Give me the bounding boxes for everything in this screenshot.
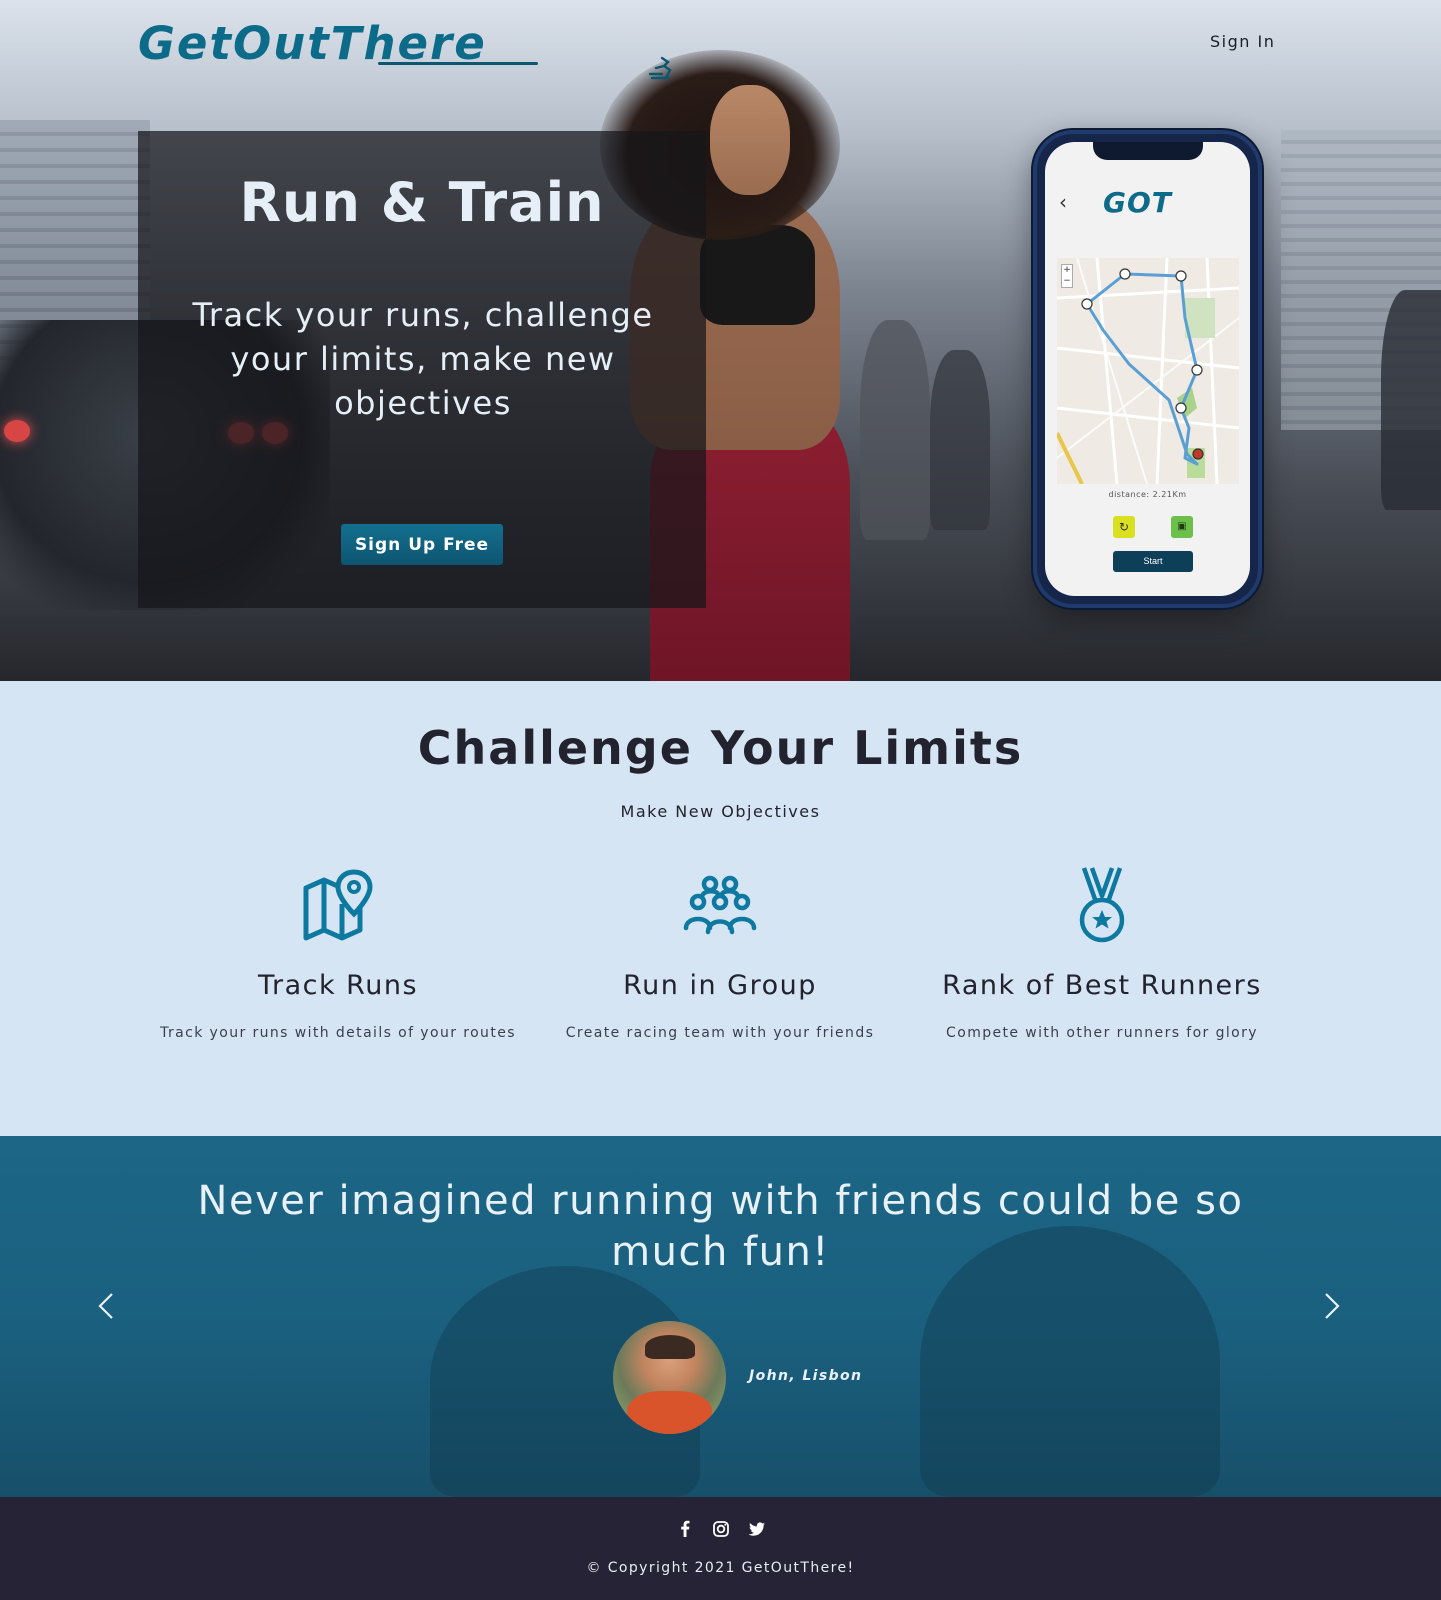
car-taillight [4,420,30,442]
hero-bg-person [860,320,930,540]
feature-title: Rank of Best Runners [942,970,1262,1001]
runner-icon [648,48,676,100]
hero-runner-face [710,85,790,195]
feature-description: Compete with other runners for glory [946,1025,1258,1041]
features-subtitle: Make New Objectives [620,802,821,821]
copyright-text: © Copyright 2021 GetOutThere! [586,1560,855,1576]
sign-in-link[interactable]: Sign In [1210,32,1275,51]
feature-rank-best-runners: Rank of Best Runners Compete with other … [922,866,1282,1041]
phone-app-logo: GOT [1103,186,1172,219]
instagram-icon[interactable] [711,1519,731,1539]
map-zoom-control: + − [1061,264,1073,288]
hero-card: Run & Train Track your runs, challenge y… [138,131,706,608]
logo[interactable]: GetOutThere [138,18,672,80]
hero-bg-person [930,350,990,530]
chevron-right-icon [1325,1293,1340,1319]
phone-screen: ‹ GOT + − distance: 2.21Km ↻ ▣ Start [1045,142,1250,596]
sign-up-button[interactable]: Sign Up Free [341,524,503,565]
map-pin-icon [303,869,373,941]
reset-icon: ↻ [1113,516,1135,538]
carousel-next-button[interactable] [1322,1290,1342,1330]
hero-bg-person [1381,290,1441,510]
group-icon [683,875,757,935]
screen-icon: ▣ [1171,516,1193,538]
avatar-jacket [627,1391,712,1434]
testimonial-author: John, Lisbon [749,1368,863,1384]
feature-description: Track your runs with details of your rou… [160,1025,516,1041]
features-section: Challenge Your Limits Make New Objective… [0,681,1441,1136]
back-arrow-icon: ‹ [1059,190,1067,214]
feature-track-runs: Track Runs Track your runs with details … [158,866,518,1041]
phone-mockup: ‹ GOT + − distance: 2.21Km ↻ ▣ Start [1033,130,1262,608]
footer: © Copyright 2021 GetOutThere! [0,1497,1441,1600]
chevron-left-icon [98,1293,113,1319]
testimonial-quote: Never imagined running with friends coul… [197,1178,1244,1275]
feature-title: Track Runs [257,970,419,1001]
phone-start-button: Start [1113,551,1193,572]
route-map: + − [1057,258,1239,484]
feature-title: Run in Group [623,970,817,1001]
hero-title: Run & Train [239,171,605,234]
landing-page: Run & Train Track your runs, challenge y… [0,0,1441,1600]
avatar [613,1321,726,1434]
medal-icon [1079,867,1125,943]
features-title: Challenge Your Limits [417,721,1024,775]
carousel-prev-button[interactable] [96,1290,116,1330]
feature-description: Create racing team with your friends [565,1025,875,1041]
hero-subtitle: Track your runs, challenge your limits, … [192,296,654,422]
social-links [0,1519,1441,1539]
hero-section: Run & Train Track your runs, challenge y… [0,0,1441,681]
twitter-icon[interactable] [747,1519,767,1539]
testimonial-carousel: Never imagined running with friends coul… [0,1136,1441,1497]
facebook-icon[interactable] [675,1519,695,1539]
avatar-hair [645,1335,695,1359]
phone-notch [1093,142,1203,160]
logo-swoosh [378,62,538,65]
hero-runner-top [700,225,815,325]
feature-run-in-group: Run in Group Create racing team with you… [540,866,900,1041]
phone-distance-label: distance: 2.21Km [1108,490,1187,499]
